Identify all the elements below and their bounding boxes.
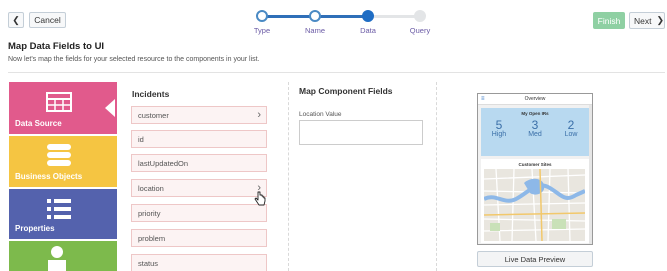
- page-description: Now let's map the fields for your select…: [8, 56, 260, 63]
- hand-cursor-icon: [254, 191, 266, 206]
- field-customer[interactable]: customer ›: [131, 106, 267, 124]
- person-icon: [48, 246, 66, 271]
- train-label-query: Query: [409, 26, 431, 35]
- page-title: Map Data Fields to UI: [8, 41, 105, 52]
- finish-button[interactable]: Finish: [593, 12, 625, 29]
- field-label: lastUpdatedOn: [138, 158, 189, 168]
- field-label: location: [138, 183, 164, 193]
- cancel-button[interactable]: Cancel: [29, 12, 66, 28]
- customer-sites-title: Customer Sites: [518, 162, 552, 167]
- live-data-preview-button[interactable]: Live Data Preview: [477, 251, 593, 267]
- train-label-data: Data: [360, 26, 376, 35]
- train-label-name: Name: [304, 26, 325, 35]
- train-stop-data[interactable]: [362, 10, 374, 22]
- tile-label: Data Source: [15, 119, 62, 128]
- train-stop-query[interactable]: [414, 10, 426, 22]
- mobile-preview: ≡ Overview My Open IRs 5 High 3 Med 2 Lo…: [477, 93, 593, 245]
- field-label: problem: [138, 233, 166, 243]
- stat-low: 2 Low: [555, 119, 587, 138]
- train-stop-name[interactable]: [309, 10, 321, 22]
- field-problem[interactable]: problem: [131, 229, 267, 247]
- tile-properties[interactable]: Properties: [9, 189, 117, 239]
- next-button[interactable]: Next ❯: [629, 12, 665, 29]
- field-label: status: [138, 258, 159, 268]
- preview-divider: [436, 82, 437, 271]
- open-irs-title: My Open IRs: [521, 111, 549, 116]
- preview-header: ≡ Overview: [478, 94, 592, 105]
- stat-value: 2: [567, 118, 575, 132]
- train-label-type: Type: [253, 26, 271, 35]
- stat-label: High: [491, 131, 507, 138]
- column-divider: [288, 82, 289, 271]
- database-icon: [47, 144, 71, 166]
- list-icon: [47, 199, 71, 219]
- hamburger-icon: ≡: [481, 96, 485, 102]
- chevron-right-icon: ›: [257, 109, 261, 121]
- stat-med: 3 Med: [519, 119, 551, 138]
- selected-tile-pointer: [105, 99, 115, 117]
- tile-business-objects[interactable]: Business Objects: [9, 136, 117, 187]
- field-label: priority: [138, 208, 161, 218]
- field-label: customer: [138, 110, 169, 120]
- preview-scrollbar: [589, 105, 592, 244]
- field-status[interactable]: status: [131, 254, 267, 271]
- next-label: Next: [634, 15, 652, 26]
- map-fields-title: Map Component Fields: [299, 86, 393, 96]
- table-icon: [46, 92, 72, 112]
- field-id[interactable]: id: [131, 130, 267, 148]
- map-image: [484, 169, 585, 241]
- chevron-left-icon: ❮: [12, 14, 20, 25]
- stat-label: Med: [528, 131, 542, 138]
- incidents-title: Incidents: [132, 89, 170, 99]
- stat-high: 5 High: [483, 119, 515, 138]
- location-value-dropzone[interactable]: [299, 120, 423, 145]
- customer-sites-card: Customer Sites: [481, 159, 589, 243]
- back-button[interactable]: ❮: [8, 12, 24, 28]
- header-divider: [8, 72, 665, 73]
- field-lastupdatedon[interactable]: lastUpdatedOn: [131, 154, 267, 172]
- preview-title: Overview: [524, 96, 546, 102]
- field-priority[interactable]: priority: [131, 204, 267, 222]
- location-value-label: Location Value: [299, 111, 342, 118]
- tile-users[interactable]: [9, 241, 117, 271]
- tile-data-source[interactable]: Data Source: [9, 82, 117, 134]
- train-stop-type[interactable]: [256, 10, 268, 22]
- train-remaining-line: [368, 15, 420, 18]
- stat-value: 3: [531, 118, 539, 132]
- tile-label: Properties: [15, 224, 55, 233]
- stat-label: Low: [564, 131, 578, 138]
- chevron-right-icon: ❯: [656, 15, 665, 25]
- tile-label: Business Objects: [15, 172, 83, 181]
- open-irs-card: My Open IRs 5 High 3 Med 2 Low: [481, 108, 589, 156]
- field-label: id: [138, 134, 144, 144]
- field-location[interactable]: location ›: [131, 179, 267, 197]
- stat-value: 5: [495, 118, 503, 132]
